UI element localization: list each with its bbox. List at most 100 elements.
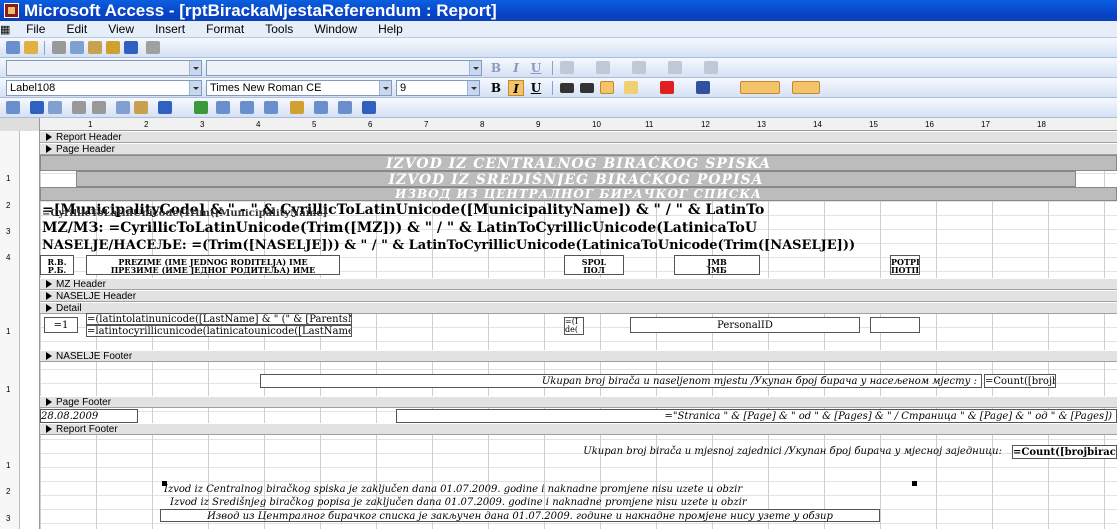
title-croatian[interactable]: IZVOD IZ SREDIŠNJEG BIRAČKOG POPISA (76, 171, 1076, 187)
bold-button-disabled[interactable]: B (488, 60, 504, 76)
menu-tools[interactable]: Tools (256, 21, 302, 38)
database-window-icon[interactable] (314, 101, 328, 114)
field-list-icon[interactable] (194, 101, 208, 114)
menu-file[interactable]: File (17, 21, 54, 38)
help-icon[interactable] (362, 101, 376, 114)
mz-expression[interactable]: MZ/МЗ: =CyrillicToLatinUnicode(Trim([MZ]… (42, 219, 1117, 237)
title-latin[interactable]: IZVOD IZ CENTRALNOG BIRAČKOG SPISKA (40, 155, 1117, 171)
undo-icon[interactable] (124, 41, 138, 54)
code-icon[interactable] (290, 101, 304, 114)
section-report-header[interactable]: Report Header (40, 131, 1117, 143)
format-painter-icon[interactable] (106, 41, 120, 54)
copy-icon[interactable] (70, 41, 84, 54)
detail-name-latin-field[interactable]: =(latintolatinunicode([LastName] & " (" … (86, 313, 352, 325)
print-icon[interactable] (48, 101, 62, 114)
detail-name-cyr-field[interactable]: =latintocyrillicunicode(latinicatounicod… (86, 325, 352, 337)
selection-handle[interactable] (912, 481, 917, 486)
line-color-button[interactable] (696, 81, 710, 94)
underline-button-disabled[interactable]: U (528, 60, 544, 76)
new-icon[interactable] (6, 41, 20, 54)
font-color-icon[interactable] (596, 61, 610, 74)
fill-color-button[interactable] (624, 81, 638, 94)
preview-icon[interactable] (72, 101, 86, 114)
italic-button-disabled[interactable]: I (508, 60, 524, 76)
closing-note-cyrillic[interactable]: Извод из Централног бирачког списка је з… (160, 509, 880, 522)
closing-note-croatian[interactable]: Izvod iz Središnjeg biračkog popisa je z… (170, 496, 890, 509)
closing-note-latin[interactable]: Izvod iz Centralnog biračkog spiska je z… (164, 483, 884, 496)
special-effect-button[interactable] (792, 81, 820, 94)
section-naselje-header[interactable]: NASELJE Header (40, 290, 1117, 302)
align-center-icon[interactable] (580, 83, 594, 93)
horizontal-ruler[interactable]: 1 2 3 4 5 6 7 8 9 10 11 12 13 14 15 16 1… (0, 118, 1117, 131)
ruler-label: 13 (757, 120, 766, 129)
menu-insert[interactable]: Insert (146, 21, 194, 38)
section-page-header[interactable]: Page Header (40, 143, 1117, 155)
italic-button[interactable]: I (508, 80, 524, 96)
view-icon[interactable] (6, 101, 20, 114)
font-select[interactable]: Times New Roman CE (206, 80, 392, 96)
detail-sex-field[interactable]: =(I de( (564, 317, 584, 335)
align-right-icon[interactable] (600, 81, 614, 94)
detail-personal-id-field[interactable]: PersonalID (630, 317, 860, 333)
ruler-label: 15 (869, 120, 878, 129)
ruler-corner[interactable] (0, 118, 40, 131)
title-cyrillic[interactable]: ИЗВОД ИЗ ЦЕНТРАЛНОГ БИРАЧКОГ СПИСКА (40, 187, 1117, 201)
open-icon[interactable] (24, 41, 38, 54)
font-combo-disabled[interactable] (206, 60, 482, 76)
font-color-button[interactable] (660, 81, 674, 94)
menu-edit[interactable]: Edit (57, 21, 96, 38)
spelling-icon[interactable] (92, 101, 106, 114)
col-spol-label[interactable]: SPOL ПОЛ (564, 255, 624, 275)
report-footer-count[interactable]: =Count([brojbiracackispisk (1012, 445, 1117, 459)
redo-icon[interactable] (146, 41, 160, 54)
page-footer-pages[interactable]: ="Stranica " & [Page] & " od " & [Pages]… (396, 409, 1117, 423)
page-footer-date[interactable]: 28.08.2009 (40, 409, 138, 423)
object-combo-disabled[interactable] (6, 60, 202, 76)
line-color-icon[interactable] (632, 61, 646, 74)
save-icon[interactable] (30, 101, 44, 114)
section-selector-gutter[interactable] (20, 131, 40, 529)
section-page-footer[interactable]: Page Footer (40, 396, 1117, 408)
report-footer-label[interactable]: Ukupan broj birača u mjesnoj zajednici /… (396, 445, 1006, 459)
menu-format[interactable]: Format (197, 21, 253, 38)
menu-help[interactable]: Help (369, 21, 412, 38)
line-width-button[interactable] (740, 81, 780, 94)
toolbox-icon[interactable] (216, 101, 230, 114)
naselje-expression[interactable]: NASELJE/НАСЕЉЕ: =(Trim([NASELJE])) & " /… (42, 237, 1117, 255)
col-potpis-label[interactable]: POTPIS ПОТПИС (890, 255, 920, 275)
naselje-footer-label[interactable]: Ukupan broj birača u naseljenom mjestu /… (260, 374, 982, 388)
menu-view[interactable]: View (99, 21, 143, 38)
report-icon[interactable]: ▦ (0, 23, 14, 36)
sorting-grouping-icon[interactable] (240, 101, 254, 114)
font-size-select[interactable]: 9 (396, 80, 480, 96)
access-app-icon[interactable] (4, 3, 19, 18)
report-design-surface[interactable]: Report Header Page Header IZVOD IZ CENTR… (40, 131, 1117, 529)
cut-icon[interactable] (52, 41, 66, 54)
cut-icon-2[interactable] (116, 101, 130, 114)
col-jmb-label[interactable]: JMB ЈМБ (674, 255, 760, 275)
paste-icon-2[interactable] (134, 101, 148, 114)
border-width-icon[interactable] (668, 61, 682, 74)
menu-window[interactable]: Window (305, 21, 366, 38)
special-effect-icon[interactable] (704, 61, 718, 74)
section-naselje-footer[interactable]: NASELJE Footer (40, 350, 1117, 362)
align-left-icon[interactable] (560, 83, 574, 93)
bold-button[interactable]: B (488, 80, 504, 96)
col-rb-label[interactable]: R.B. Р.Б. (40, 255, 74, 275)
municipality-expression-overlap[interactable]: =CyrillicToLatinUnicode(Trim([Municipali… (42, 209, 562, 219)
section-mz-header[interactable]: MZ Header (40, 278, 1117, 290)
undo-icon-2[interactable] (158, 101, 172, 114)
detail-rb-field[interactable]: =1 (44, 317, 78, 333)
paste-icon[interactable] (88, 41, 102, 54)
control-select[interactable]: Label108 (6, 80, 202, 96)
detail-signature-box[interactable] (870, 317, 920, 333)
fill-color-icon[interactable] (560, 61, 574, 74)
underline-button[interactable]: U (528, 80, 544, 96)
properties-icon[interactable] (264, 101, 278, 114)
naselje-footer-count[interactable]: =Count([brojbiracackispisk (984, 374, 1056, 388)
selection-handle[interactable] (162, 481, 167, 486)
section-report-footer[interactable]: Report Footer (40, 423, 1117, 435)
vertical-ruler[interactable]: 1 2 3 4 1 1 1 2 3 (0, 131, 20, 529)
col-name-label[interactable]: PREZIME (IME JEDNOG RODITELJA) IME ПРЕЗИ… (86, 255, 340, 275)
new-object-icon[interactable] (338, 101, 352, 114)
